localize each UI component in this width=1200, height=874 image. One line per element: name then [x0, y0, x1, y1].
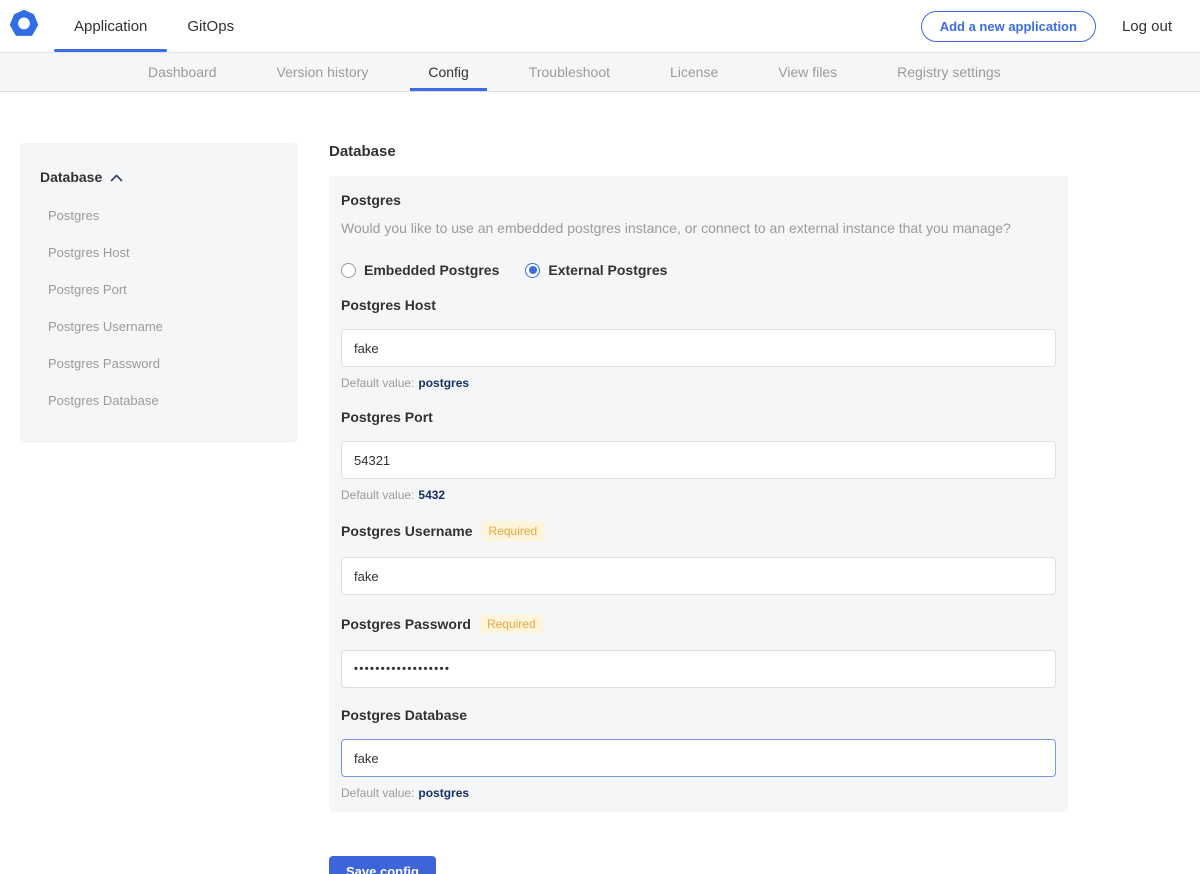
default-value-prefix: Default value:: [341, 786, 414, 800]
config-sidebar: Database Postgres Postgres Host Postgres…: [20, 143, 298, 443]
default-value-prefix: Default value:: [341, 376, 414, 390]
sidebar-group-label: Database: [40, 169, 102, 185]
top-navbar: Application GitOps Add a new application…: [0, 0, 1200, 52]
sidebar-item-postgres-username[interactable]: Postgres Username: [48, 308, 278, 345]
sidebar-item-postgres[interactable]: Postgres: [48, 197, 278, 234]
field-postgres-database: Postgres Database: [341, 707, 1056, 723]
subnav-tab-label: Dashboard: [148, 64, 217, 80]
default-value-line: Default value: postgres: [341, 376, 1056, 390]
field-postgres-host: Postgres Host: [341, 297, 1056, 313]
config-page: Database Postgres Postgres Host Postgres…: [0, 92, 1200, 874]
field-label: Postgres Password: [341, 616, 471, 632]
radio-embedded-label: Embedded Postgres: [364, 262, 499, 278]
postgres-username-input[interactable]: [341, 557, 1056, 595]
field-label: Postgres Host: [341, 297, 436, 313]
field-postgres-port: Postgres Port: [341, 409, 1056, 425]
required-badge: Required: [480, 614, 543, 634]
app-subnav: Dashboard Version history Config Trouble…: [0, 52, 1200, 92]
postgres-database-input[interactable]: [341, 739, 1056, 777]
subnav-tab-label: View files: [778, 64, 837, 80]
subnav-tab-label: License: [670, 64, 718, 80]
subnav-tab-label: Version history: [277, 64, 369, 80]
postgres-host-input[interactable]: [341, 329, 1056, 367]
postgres-mode-radio-group: Embedded Postgres External Postgres: [341, 262, 1056, 278]
subnav-tab-config[interactable]: Config: [398, 53, 498, 91]
radio-circle-icon: [525, 263, 540, 278]
topnav-tabs: Application GitOps: [54, 0, 254, 52]
postgres-port-input[interactable]: [341, 441, 1056, 479]
sidebar-item-postgres-port[interactable]: Postgres Port: [48, 271, 278, 308]
postgres-password-input[interactable]: [341, 650, 1056, 688]
save-config-button[interactable]: Save config: [329, 856, 436, 874]
field-label: Postgres Port: [341, 409, 433, 425]
sidebar-group-database[interactable]: Database: [40, 169, 278, 185]
subnav-tab-dashboard[interactable]: Dashboard: [118, 53, 247, 91]
subnav-tab-registry-settings[interactable]: Registry settings: [867, 53, 1030, 91]
subnav-tab-troubleshoot[interactable]: Troubleshoot: [499, 53, 640, 91]
field-postgres-password: Postgres Password Required: [341, 614, 1056, 634]
sidebar-item-postgres-password[interactable]: Postgres Password: [48, 345, 278, 382]
logout-button[interactable]: Log out: [1122, 18, 1172, 35]
radio-external-label: External Postgres: [548, 262, 667, 278]
postgres-group-label: Postgres: [341, 192, 1056, 208]
default-value: postgres: [418, 786, 469, 800]
tab-gitops[interactable]: GitOps: [167, 0, 254, 52]
add-new-application-button[interactable]: Add a new application: [921, 11, 1096, 42]
radio-external-postgres[interactable]: External Postgres: [525, 262, 667, 278]
sidebar-item-postgres-database[interactable]: Postgres Database: [48, 382, 278, 419]
default-value-prefix: Default value:: [341, 488, 414, 502]
section-heading: Database: [329, 143, 1068, 160]
config-main: Database Postgres Would you like to use …: [329, 143, 1068, 874]
subnav-tab-label: Troubleshoot: [529, 64, 610, 80]
tab-application[interactable]: Application: [54, 0, 167, 52]
field-postgres-username: Postgres Username Required: [341, 521, 1056, 541]
tab-application-label: Application: [74, 18, 147, 35]
postgres-help-text: Would you like to use an embedded postgr…: [341, 220, 1056, 236]
tab-gitops-label: GitOps: [187, 18, 234, 35]
radio-circle-icon: [341, 263, 356, 278]
sidebar-item-postgres-host[interactable]: Postgres Host: [48, 234, 278, 271]
subnav-tab-license[interactable]: License: [640, 53, 748, 91]
default-value-line: Default value: postgres: [341, 786, 1056, 800]
subnav-tab-view-files[interactable]: View files: [748, 53, 867, 91]
subnav-tab-label: Registry settings: [897, 64, 1000, 80]
chevron-up-icon: [110, 169, 123, 185]
default-value-line: Default value: 5432: [341, 488, 1056, 502]
subnav-tab-label: Config: [428, 64, 468, 80]
topnav-right: Add a new application Log out: [921, 0, 1200, 52]
subnav-tab-version-history[interactable]: Version history: [247, 53, 399, 91]
app-logo: [0, 0, 54, 52]
kots-logo-icon: [10, 10, 38, 43]
database-config-panel: Postgres Would you like to use an embedd…: [329, 176, 1068, 812]
default-value: postgres: [418, 376, 469, 390]
radio-embedded-postgres[interactable]: Embedded Postgres: [341, 262, 499, 278]
field-label: Postgres Username: [341, 523, 473, 539]
required-badge: Required: [482, 521, 545, 541]
default-value: 5432: [418, 488, 445, 502]
field-label: Postgres Database: [341, 707, 467, 723]
